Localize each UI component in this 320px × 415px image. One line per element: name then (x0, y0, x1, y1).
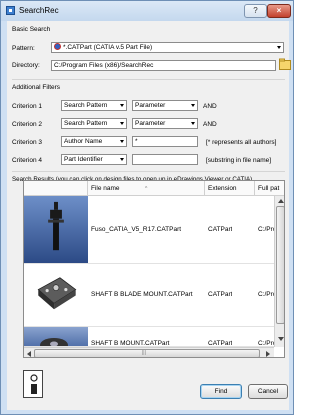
criterion-3-field: Author Name (64, 138, 103, 145)
criterion-2-operator: Parameter (135, 120, 166, 127)
extension-header-label: Extension (208, 185, 237, 192)
horizontal-scroll-thumb[interactable]: ||| (34, 349, 260, 357)
scroll-down-icon[interactable] (278, 337, 284, 341)
divider (12, 171, 285, 172)
criterion-4-field: Part Identifier (64, 156, 103, 163)
chevron-down-icon (120, 158, 124, 161)
folder-icon (279, 58, 291, 70)
extension-column-header[interactable]: Extension (205, 181, 255, 196)
file-name-cell: Fuso_CATIA_V5_R17.CATPart (91, 226, 182, 233)
criterion-3-label: Criterion 3 (12, 139, 42, 146)
criterion-1-field-dropdown[interactable]: Search Pattern (61, 100, 127, 111)
horizontal-scrollbar[interactable]: ||| (24, 347, 274, 357)
file-name-column-header[interactable]: File name ^ (88, 181, 205, 196)
scroll-left-icon[interactable] (27, 351, 31, 357)
sort-ascending-icon: ^ (145, 186, 148, 192)
criterion-4-label: Criterion 4 (12, 157, 42, 164)
file-name-cell: SHAFT B MOUNT.CATPart (91, 340, 170, 347)
directory-label: Directory: (12, 62, 40, 69)
directory-field[interactable] (51, 60, 276, 71)
extension-cell: CATPart (208, 291, 233, 298)
extension-cell: CATPart (208, 226, 233, 233)
criterion-2-field-dropdown[interactable]: Search Pattern (61, 118, 127, 129)
criterion-3-hint: [* represents all authors] (206, 139, 277, 146)
path-cell: C:/Proc (258, 340, 274, 347)
full-path-header-label: Full pat (258, 185, 280, 192)
search-rec-window: SearchRec ? × Basic Search Pattern: *.CA… (0, 0, 294, 415)
chevron-down-icon (277, 46, 281, 49)
pattern-label: Pattern: (12, 45, 35, 52)
criterion-2-label: Criterion 2 (12, 121, 42, 128)
thumbnail-column-header[interactable] (24, 181, 88, 196)
criterion-3-field-dropdown[interactable]: Author Name (61, 136, 127, 147)
part-thumbnail (24, 196, 88, 263)
criterion-1-field: Search Pattern (64, 102, 108, 109)
part-thumbnail (24, 327, 88, 346)
scroll-right-icon[interactable] (266, 351, 270, 357)
criterion-4-field-dropdown[interactable]: Part Identifier (61, 154, 127, 165)
criterion-3-value-input[interactable] (132, 136, 198, 147)
chevron-down-icon (120, 140, 124, 143)
table-row[interactable]: Fuso_CATIA_V5_R17.CATPart CATPart C:/Pro… (24, 196, 274, 264)
results-grid[interactable]: File name ^ Extension Full pat Fuso_CATI… (23, 180, 285, 358)
scroll-up-icon[interactable] (278, 199, 284, 203)
table-row[interactable]: SHAFT B BLADE MOUNT.CATPart CATPart C:/P… (24, 264, 274, 327)
full-path-column-header[interactable]: Full pat (255, 181, 284, 196)
logo-icon (30, 374, 38, 394)
criterion-1-label: Criterion 1 (12, 103, 42, 110)
catia-file-icon (54, 43, 61, 50)
pattern-value: *.CATPart (CATIA v.5 Part File) (63, 44, 153, 51)
divider (12, 79, 285, 80)
criterion-2-field: Search Pattern (64, 120, 108, 127)
path-cell: C:/Proc (258, 226, 274, 233)
chevron-down-icon (191, 104, 195, 107)
table-row[interactable]: SHAFT B MOUNT.CATPart CATPart C:/Proc (24, 327, 274, 347)
find-button[interactable]: Find (200, 384, 242, 399)
scroll-grip: ||| (142, 350, 146, 356)
close-button[interactable]: × (267, 4, 291, 18)
chevron-down-icon (120, 104, 124, 107)
file-name-cell: SHAFT B BLADE MOUNT.CATPart (91, 291, 193, 298)
path-cell: C:/Proc (258, 291, 274, 298)
extension-cell: CATPart (208, 340, 233, 347)
criterion-1-operator: Parameter (135, 102, 166, 109)
app-icon (6, 6, 15, 15)
results-header: File name ^ Extension Full pat (24, 181, 284, 196)
help-button[interactable]: ? (244, 4, 267, 18)
file-name-header-label: File name (91, 185, 120, 192)
browse-folder-button[interactable] (279, 58, 291, 71)
title-bar[interactable]: SearchRec ? × (1, 1, 293, 21)
part-thumbnail (24, 264, 88, 326)
filters-heading: Additional Filters (12, 84, 61, 91)
window-title: SearchRec (19, 6, 59, 15)
basic-search-heading: Basic Search (12, 26, 51, 33)
criterion-4-value-input[interactable] (132, 154, 198, 165)
criterion-2-and: AND (203, 121, 217, 128)
criterion-2-operator-dropdown[interactable]: Parameter (132, 118, 198, 129)
criterion-1-and: AND (203, 103, 217, 110)
chevron-down-icon (120, 122, 124, 125)
app-logo (23, 370, 43, 398)
vertical-scrollbar[interactable] (274, 196, 284, 347)
cancel-button[interactable]: Cancel (248, 384, 288, 399)
criterion-4-hint: [substring in file name] (206, 157, 272, 164)
chevron-down-icon (191, 122, 195, 125)
vertical-scroll-thumb[interactable] (276, 206, 284, 324)
criterion-1-operator-dropdown[interactable]: Parameter (132, 100, 198, 111)
pattern-dropdown[interactable]: *.CATPart (CATIA v.5 Part File) (51, 42, 284, 53)
